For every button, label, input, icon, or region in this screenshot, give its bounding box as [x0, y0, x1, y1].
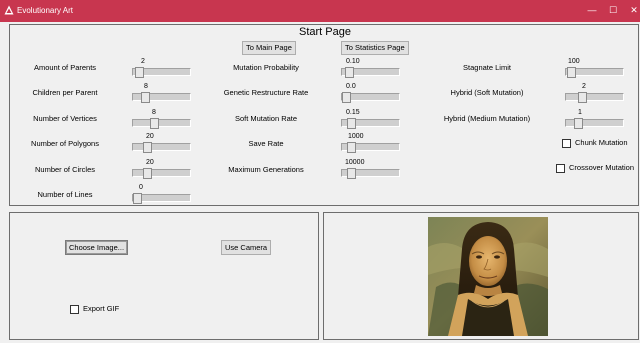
- slider-thumb[interactable]: [574, 118, 583, 129]
- to-statistics-page-button[interactable]: To Statistics Page: [341, 41, 409, 55]
- hybrid-soft-mutation-label: Hybrid (Soft Mutation): [450, 88, 524, 97]
- parameters-panel: Start Page To Main Page To Statistics Pa…: [9, 24, 639, 206]
- crossover-mutation-checkbox[interactable]: Crossover Mutation: [556, 163, 634, 173]
- amount-of-parents-slider[interactable]: [132, 67, 191, 78]
- slider-thumb[interactable]: [578, 92, 587, 103]
- slider-thumb[interactable]: [567, 67, 576, 78]
- number-of-vertices-slider[interactable]: [132, 118, 191, 129]
- stagnate-limit-value: 100: [568, 58, 580, 65]
- slider-thumb[interactable]: [133, 193, 142, 204]
- number-of-circles-value: 20: [146, 159, 154, 166]
- close-icon[interactable]: ✕: [625, 3, 640, 17]
- chunk-mutation-label: Chunk Mutation: [575, 138, 628, 147]
- slider-thumb[interactable]: [135, 67, 144, 78]
- slider-thumb[interactable]: [143, 168, 152, 179]
- image-preview-panel: [323, 212, 639, 340]
- hybrid-medium-mutation-label: Hybrid (Medium Mutation): [443, 114, 531, 123]
- number-of-polygons-value: 20: [146, 133, 154, 140]
- amount-of-parents-label: Amount of Parents: [33, 63, 97, 72]
- number-of-vertices-label: Number of Vertices: [33, 114, 97, 123]
- slider-thumb[interactable]: [347, 118, 356, 129]
- genetic-restructure-rate-value: 0.0: [346, 83, 356, 90]
- page-title: Start Page: [299, 26, 351, 38]
- choose-image-button[interactable]: Choose Image...: [65, 240, 129, 255]
- genetic-restructure-rate-label: Genetic Restructure Rate: [223, 88, 309, 97]
- window-title: Evolutionary Art: [17, 6, 74, 15]
- image-source-panel: Choose Image... Use Camera Export GIF: [9, 212, 319, 340]
- hybrid-soft-mutation-value: 2: [582, 83, 586, 90]
- genetic-restructure-rate-slider[interactable]: [341, 92, 400, 103]
- minimize-icon[interactable]: —: [583, 3, 601, 17]
- portrait-image: [428, 217, 548, 336]
- hybrid-medium-mutation-slider[interactable]: [565, 118, 624, 129]
- soft-mutation-rate-label: Soft Mutation Rate: [234, 114, 298, 123]
- crossover-mutation-label: Crossover Mutation: [569, 163, 635, 172]
- soft-mutation-rate-value: 0.15: [346, 109, 360, 116]
- children-per-parent-label: Children per Parent: [32, 88, 98, 97]
- hybrid-soft-mutation-slider[interactable]: [565, 92, 624, 103]
- amount-of-parents-value: 2: [141, 58, 145, 65]
- to-main-page-button[interactable]: To Main Page: [242, 41, 296, 55]
- export-gif-checkbox[interactable]: Export GIF: [70, 304, 119, 314]
- checkbox-box-icon[interactable]: [556, 163, 565, 173]
- number-of-lines-value: 0: [139, 184, 143, 191]
- children-per-parent-slider[interactable]: [132, 92, 191, 103]
- use-camera-button[interactable]: Use Camera: [221, 240, 272, 255]
- checkbox-box-icon[interactable]: [562, 138, 571, 148]
- app-logo-icon: [4, 5, 14, 15]
- save-rate-label: Save Rate: [248, 139, 284, 148]
- children-per-parent-value: 8: [144, 83, 148, 90]
- slider-thumb[interactable]: [342, 92, 351, 103]
- soft-mutation-rate-slider[interactable]: [341, 118, 400, 129]
- slider-thumb[interactable]: [345, 67, 354, 78]
- number-of-polygons-slider[interactable]: [132, 142, 191, 153]
- slider-thumb[interactable]: [141, 92, 150, 103]
- number-of-vertices-value: 8: [152, 109, 156, 116]
- chunk-mutation-checkbox[interactable]: Chunk Mutation: [562, 138, 628, 148]
- title-bar: Evolutionary Art — ☐ ✕: [0, 0, 640, 22]
- number-of-polygons-label: Number of Polygons: [31, 139, 99, 148]
- slider-thumb[interactable]: [347, 168, 356, 179]
- hybrid-medium-mutation-value: 1: [578, 109, 582, 116]
- maximum-generations-label: Maximum Generations: [228, 165, 304, 174]
- checkbox-box-icon[interactable]: [70, 304, 79, 314]
- save-rate-slider[interactable]: [341, 142, 400, 153]
- slider-thumb[interactable]: [150, 118, 159, 129]
- export-gif-label: Export GIF: [83, 304, 120, 313]
- number-of-circles-label: Number of Circles: [34, 165, 96, 174]
- save-rate-value: 1000: [348, 133, 364, 140]
- mutation-probability-value: 0.10: [346, 58, 360, 65]
- stagnate-limit-slider[interactable]: [565, 67, 624, 78]
- mutation-probability-slider[interactable]: [341, 67, 400, 78]
- number-of-lines-label: Number of Lines: [37, 190, 93, 199]
- maximum-generations-value: 10000: [345, 159, 365, 166]
- slider-thumb[interactable]: [143, 142, 152, 153]
- mutation-probability-label: Mutation Probability: [233, 63, 299, 72]
- maximum-generations-slider[interactable]: [341, 168, 400, 179]
- slider-thumb[interactable]: [347, 142, 356, 153]
- stagnate-limit-label: Stagnate Limit: [463, 63, 511, 72]
- maximize-icon[interactable]: ☐: [604, 3, 622, 17]
- number-of-lines-slider[interactable]: [132, 193, 191, 204]
- number-of-circles-slider[interactable]: [132, 168, 191, 179]
